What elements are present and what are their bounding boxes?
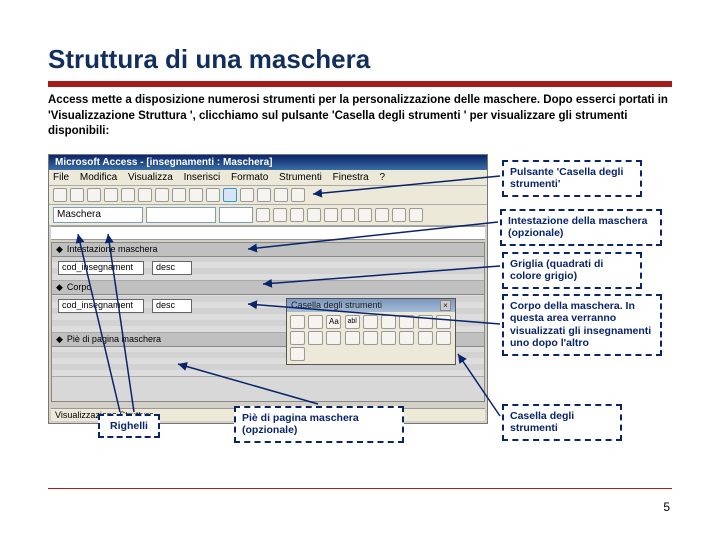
save-icon[interactable] <box>70 188 84 202</box>
align-right-icon[interactable] <box>341 208 355 222</box>
commandbutton-icon[interactable] <box>308 331 323 345</box>
optiongroup-icon[interactable] <box>363 315 378 329</box>
label-icon[interactable]: Aa <box>326 315 341 329</box>
forecolor-icon[interactable] <box>375 208 389 222</box>
undo-icon[interactable] <box>172 188 186 202</box>
menu-visualizza[interactable]: Visualizza <box>128 172 173 183</box>
font-combo[interactable] <box>146 207 216 223</box>
pagebreak-icon[interactable] <box>381 331 396 345</box>
bold-icon[interactable] <box>256 208 270 222</box>
toolbox-title[interactable]: Casella degli strumenti × <box>287 299 455 312</box>
wizard-icon[interactable] <box>308 315 323 329</box>
callout-footer: Piè di pagina maschera (opzionale) <box>234 406 404 443</box>
rectangle-icon[interactable] <box>290 347 305 361</box>
menu-file[interactable]: File <box>53 172 69 183</box>
object-combo[interactable]: Maschera <box>53 207 143 223</box>
italic-icon[interactable] <box>273 208 287 222</box>
underline-icon[interactable] <box>290 208 304 222</box>
toolbar-1[interactable] <box>49 186 487 205</box>
subform-icon[interactable] <box>418 331 433 345</box>
redo-icon[interactable] <box>189 188 203 202</box>
callout-body: Corpo della maschera. In questa area ver… <box>502 294 662 356</box>
optionbutton-icon[interactable] <box>399 315 414 329</box>
linecolor-icon[interactable] <box>392 208 406 222</box>
section-header-bar[interactable]: ◆ Intestazione maschera <box>52 243 484 257</box>
field-label-1[interactable]: cod_insegnament <box>58 261 144 275</box>
preview-icon[interactable] <box>104 188 118 202</box>
print-icon[interactable] <box>87 188 101 202</box>
properties-icon[interactable] <box>274 188 288 202</box>
textbox-icon[interactable]: abl <box>345 315 360 329</box>
toolbar-2[interactable]: Maschera <box>49 205 487 226</box>
callout-rulers: Righelli <box>98 414 160 439</box>
view-icon[interactable] <box>53 188 67 202</box>
code-icon[interactable] <box>257 188 271 202</box>
close-icon[interactable]: × <box>440 300 451 311</box>
menu-help[interactable]: ? <box>380 172 386 183</box>
section-header-body[interactable]: cod_insegnament desc <box>52 257 484 281</box>
fillcolor-icon[interactable] <box>358 208 372 222</box>
cut-icon[interactable] <box>121 188 135 202</box>
field-label-2[interactable]: cod_insegnament <box>58 299 144 313</box>
unboundobj-icon[interactable] <box>345 331 360 345</box>
menu-bar[interactable]: File Modifica Visualizza Inserisci Forma… <box>49 170 487 186</box>
paste-icon[interactable] <box>155 188 169 202</box>
bottom-rule <box>48 488 672 489</box>
build-icon[interactable] <box>291 188 305 202</box>
menu-inserisci[interactable]: Inserisci <box>184 172 221 183</box>
callout-header: Intestazione della maschera (opzionale) <box>500 209 662 246</box>
section-body-bar[interactable]: ◆ Corpo <box>52 281 484 295</box>
boundobj-icon[interactable] <box>363 331 378 345</box>
field-value-1[interactable]: desc <box>152 261 192 275</box>
align-left-icon[interactable] <box>307 208 321 222</box>
menu-strumenti[interactable]: Strumenti <box>279 172 322 183</box>
menu-modifica[interactable]: Modifica <box>80 172 117 183</box>
align-center-icon[interactable] <box>324 208 338 222</box>
togglebutton-icon[interactable] <box>381 315 396 329</box>
menu-formato[interactable]: Formato <box>231 172 268 183</box>
callout-toolbox-button: Pulsante 'Casella degli strumenti' <box>502 160 642 197</box>
toolbox-button[interactable] <box>223 188 237 202</box>
horizontal-ruler <box>51 226 485 240</box>
listbox-icon[interactable] <box>290 331 305 345</box>
toolbox-grid[interactable]: Aa abl <box>287 312 455 364</box>
autoformat-icon[interactable] <box>240 188 254 202</box>
image-icon[interactable] <box>326 331 341 345</box>
combobox-icon[interactable] <box>436 315 451 329</box>
access-window: Microsoft Access - [insegnamenti : Masch… <box>48 154 488 424</box>
callout-grid: Griglia (quadrati di colore grigio) <box>502 252 642 289</box>
linewidth-icon[interactable] <box>409 208 423 222</box>
field-value-2[interactable]: desc <box>152 299 192 313</box>
line-icon[interactable] <box>436 331 451 345</box>
tabcontrol-icon[interactable] <box>399 331 414 345</box>
menu-finestra[interactable]: Finestra <box>333 172 369 183</box>
figure: Microsoft Access - [insegnamenti : Masch… <box>48 154 672 454</box>
window-title: Microsoft Access - [insegnamenti : Masch… <box>49 155 487 170</box>
page-number: 5 <box>663 500 670 514</box>
checkbox-icon[interactable] <box>418 315 433 329</box>
intro-text: Access mette a disposizione numerosi str… <box>48 93 672 140</box>
copy-icon[interactable] <box>138 188 152 202</box>
fieldlist-icon[interactable] <box>206 188 220 202</box>
page-title: Struttura di una maschera <box>48 44 672 87</box>
toolbox-window[interactable]: Casella degli strumenti × Aa abl <box>286 298 456 365</box>
size-combo[interactable] <box>219 207 253 223</box>
pointer-icon[interactable] <box>290 315 305 329</box>
callout-toolbox: Casella degli strumenti <box>502 404 622 441</box>
